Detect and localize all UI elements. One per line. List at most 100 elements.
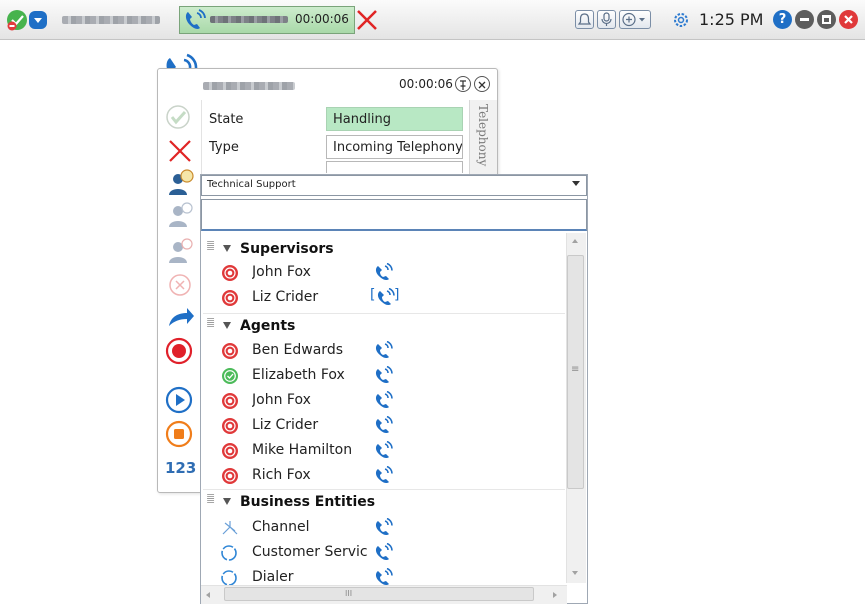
phone-icon [183,9,207,31]
keypad-button[interactable]: 123 [165,459,196,477]
reject-close-icon[interactable] [167,138,193,164]
phone-icon[interactable] [374,517,394,540]
group-header[interactable]: ≡ ≡ Business Entities [203,490,503,513]
phone-icon[interactable] [374,465,394,488]
type-label: Type [209,140,239,155]
busy-status-icon [221,417,239,439]
play-icon[interactable] [165,386,193,414]
busy-status-icon [221,467,239,489]
list-item[interactable]: John Fox [203,262,563,284]
group-title: Agents [240,318,296,334]
state-label: State [209,112,244,127]
scroll-down-icon[interactable] [572,571,578,575]
list-item[interactable]: Channel [203,517,563,539]
agent-name-redacted [62,16,160,24]
collapse-triangle-icon[interactable] [223,245,231,252]
item-name: John Fox [252,264,311,280]
transfer-icon[interactable] [166,304,196,330]
pin-icon[interactable] [455,76,471,92]
vertical-grip-icon: ≡ [571,364,580,375]
tab-telephony-label: Telephony [476,104,490,167]
channel-icon [220,519,240,541]
phone-icon[interactable] [374,262,394,285]
queue-select[interactable]: Technical Support [201,175,587,196]
minimize-icon[interactable] [795,10,814,29]
group-title: Supervisors [240,241,334,257]
bell-icon[interactable] [575,10,594,29]
check-icon[interactable] [165,104,191,130]
panel-divider [201,100,202,180]
phone-icon[interactable] [374,542,394,565]
conference-icon[interactable] [166,236,196,266]
list-item[interactable]: Mike Hamilton [203,440,563,462]
list-item[interactable]: Elizabeth Fox [203,365,563,387]
item-name: John Fox [252,392,311,408]
transfer-search-input[interactable] [201,199,587,231]
queue-icon [220,544,238,566]
phone-icon[interactable]: [ [370,287,375,303]
busy-status-icon [221,289,239,311]
type-field: Incoming Telephony [326,135,463,159]
top-toolbar: 00:00:06 1:25 PM ? [0,0,865,40]
consult-icon[interactable] [166,168,196,198]
mic-icon[interactable] [597,10,616,29]
state-field: Handling [326,107,463,131]
busy-status-icon [221,342,239,364]
hangup-close-icon[interactable] [355,8,379,32]
gear-icon[interactable] [672,11,690,29]
drag-handle-icon: ≡ ≡ [206,237,216,254]
list-item[interactable]: Customer Servic [203,542,563,564]
phone-icon[interactable] [374,365,394,388]
phone-icon[interactable] [374,415,394,438]
status-icon[interactable] [6,9,28,31]
list-item[interactable]: Rich Fox [203,465,563,487]
panel-caller-redacted [203,82,295,90]
group-header[interactable]: ≡ ≡ Agents [203,314,503,337]
item-name: Elizabeth Fox [252,367,345,383]
phone-icon-inner [376,287,396,310]
close-app-icon[interactable] [839,10,858,29]
busy-status-icon [221,392,239,414]
chevron-down-icon [572,181,580,186]
collapse-triangle-icon[interactable] [223,498,231,505]
item-name: Dialer [252,569,294,585]
help-icon[interactable]: ? [773,10,792,29]
list-item[interactable]: Ben Edwards [203,340,563,362]
status-dropdown-icon[interactable] [29,11,47,29]
phone-icon[interactable] [374,390,394,413]
add-dropdown-button[interactable] [619,10,651,29]
drag-handle-icon: ≡ ≡ [206,490,216,507]
item-name: Mike Hamilton [252,442,353,458]
phone-icon[interactable] [374,340,394,363]
call-timer: 00:00:06 [295,12,349,26]
busy-status-icon [221,264,239,286]
hidden-field [326,161,463,173]
phone-icon[interactable] [374,440,394,463]
stop-icon[interactable] [165,420,193,448]
horizontal-grip-icon: III [345,589,353,598]
group-separator [203,313,565,314]
list-item[interactable]: Liz Crider [] [203,287,563,309]
tab-telephony[interactable]: Telephony [469,100,497,175]
cancel-icon[interactable] [167,272,193,298]
scroll-left-icon[interactable] [206,592,210,598]
add-icon [622,12,645,27]
panel-close-icon[interactable] [474,76,490,92]
collapse-triangle-icon[interactable] [223,322,231,329]
horizontal-scroll-thumb[interactable] [224,587,534,601]
drag-handle-icon: ≡ ≡ [206,314,216,331]
list-item[interactable]: Liz Crider [203,415,563,437]
record-icon[interactable] [165,337,193,365]
item-name: Ben Edwards [252,342,343,358]
busy-status-icon [221,442,239,464]
maximize-icon[interactable] [817,10,836,29]
group-separator [203,489,565,490]
scroll-up-icon[interactable] [572,239,578,243]
transfer-popup [200,174,588,604]
list-item[interactable]: John Fox [203,390,563,412]
transfer-agent-icon[interactable] [166,200,196,230]
item-name: Rich Fox [252,467,311,483]
available-status-icon [221,367,239,389]
group-header[interactable]: ≡ ≡ Supervisors [203,237,503,260]
scroll-right-icon[interactable] [553,592,557,598]
